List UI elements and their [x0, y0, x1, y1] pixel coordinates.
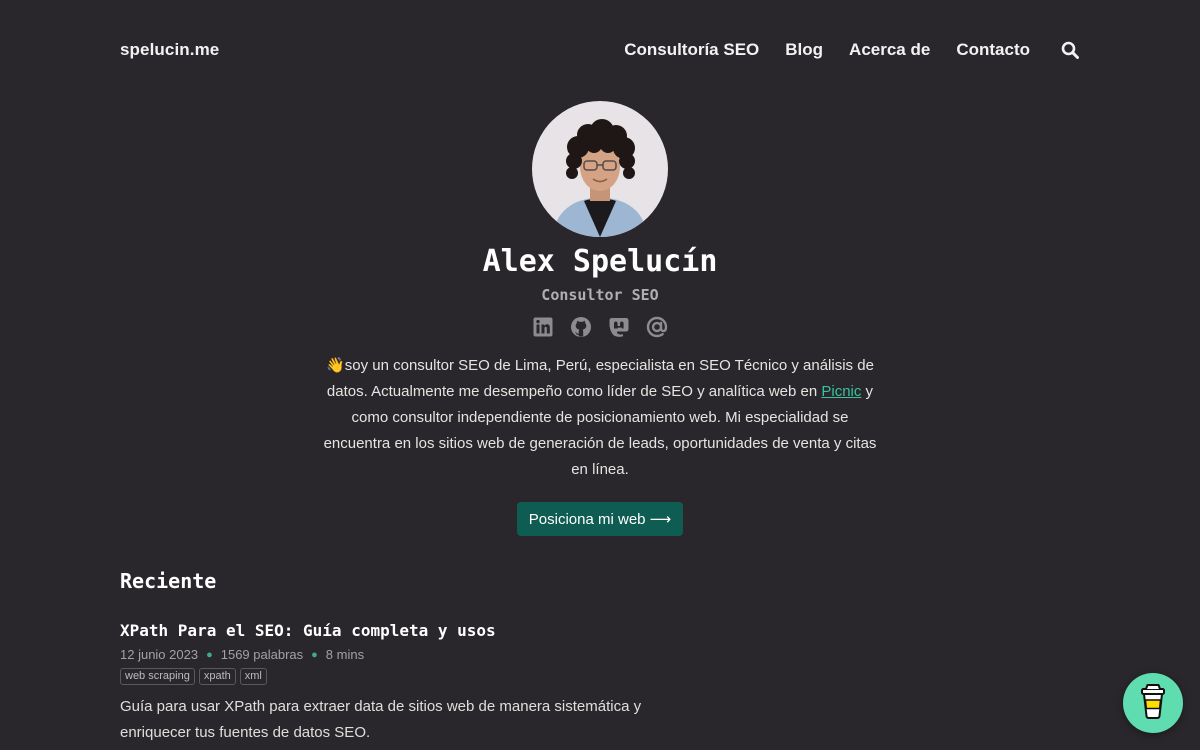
- email-icon[interactable]: [646, 316, 668, 338]
- site-header: spelucin.me Consultoría SEO Blog Acerca …: [0, 0, 1200, 102]
- github-icon[interactable]: [570, 316, 592, 338]
- bio-text: 👋soy un consultor SEO de Lima, Perú, esp…: [320, 353, 880, 483]
- profile-subtitle: Consultor SEO: [541, 286, 659, 304]
- avatar: [532, 101, 668, 237]
- profile-name: Alex Spelucín: [482, 244, 718, 279]
- wave-emoji: 👋: [326, 357, 345, 374]
- post-word-count: 1569 palabras: [220, 647, 304, 662]
- tag-web-scraping[interactable]: web scraping: [120, 668, 195, 685]
- nav-contacto[interactable]: Contacto: [956, 40, 1030, 60]
- meta-separator: ●: [311, 648, 318, 661]
- social-links: [0, 316, 1200, 338]
- tag-xpath[interactable]: xpath: [198, 668, 236, 685]
- meta-separator: ●: [206, 648, 213, 661]
- post-meta: 12 junio 2023 ● 1569 palabras ● 8 mins: [120, 647, 364, 662]
- post-description: Guía para usar XPath para extraer data d…: [120, 698, 642, 741]
- coffee-cup-icon: [1140, 683, 1166, 724]
- buy-me-a-coffee-button[interactable]: [1123, 673, 1183, 733]
- picnic-link[interactable]: Picnic: [821, 383, 861, 400]
- post-title-link[interactable]: XPath Para el SEO: Guía completa y usos: [120, 621, 496, 640]
- bio-text-part1: soy un consultor SEO de Lima, Perú, espe…: [326, 357, 874, 400]
- recent-heading: Reciente: [120, 569, 217, 593]
- nav-consultoria-seo[interactable]: Consultoría SEO: [624, 40, 759, 60]
- search-icon[interactable]: [1060, 38, 1080, 62]
- linkedin-icon[interactable]: [532, 316, 554, 338]
- main-nav: Consultoría SEO Blog Acerca de Contacto: [598, 38, 1080, 62]
- mastodon-icon[interactable]: [608, 316, 630, 338]
- site-title-link[interactable]: spelucin.me: [120, 40, 219, 60]
- post-reading-time: 8 mins: [325, 647, 365, 662]
- tag-xml[interactable]: xml: [239, 668, 267, 685]
- post-tags: web scraping xpath xml: [120, 668, 267, 685]
- post-date: 12 junio 2023: [120, 647, 199, 662]
- nav-acerca-de[interactable]: Acerca de: [849, 40, 930, 60]
- posiciona-mi-web-button[interactable]: Posiciona mi web ⟶: [517, 502, 683, 536]
- nav-blog[interactable]: Blog: [785, 40, 823, 60]
